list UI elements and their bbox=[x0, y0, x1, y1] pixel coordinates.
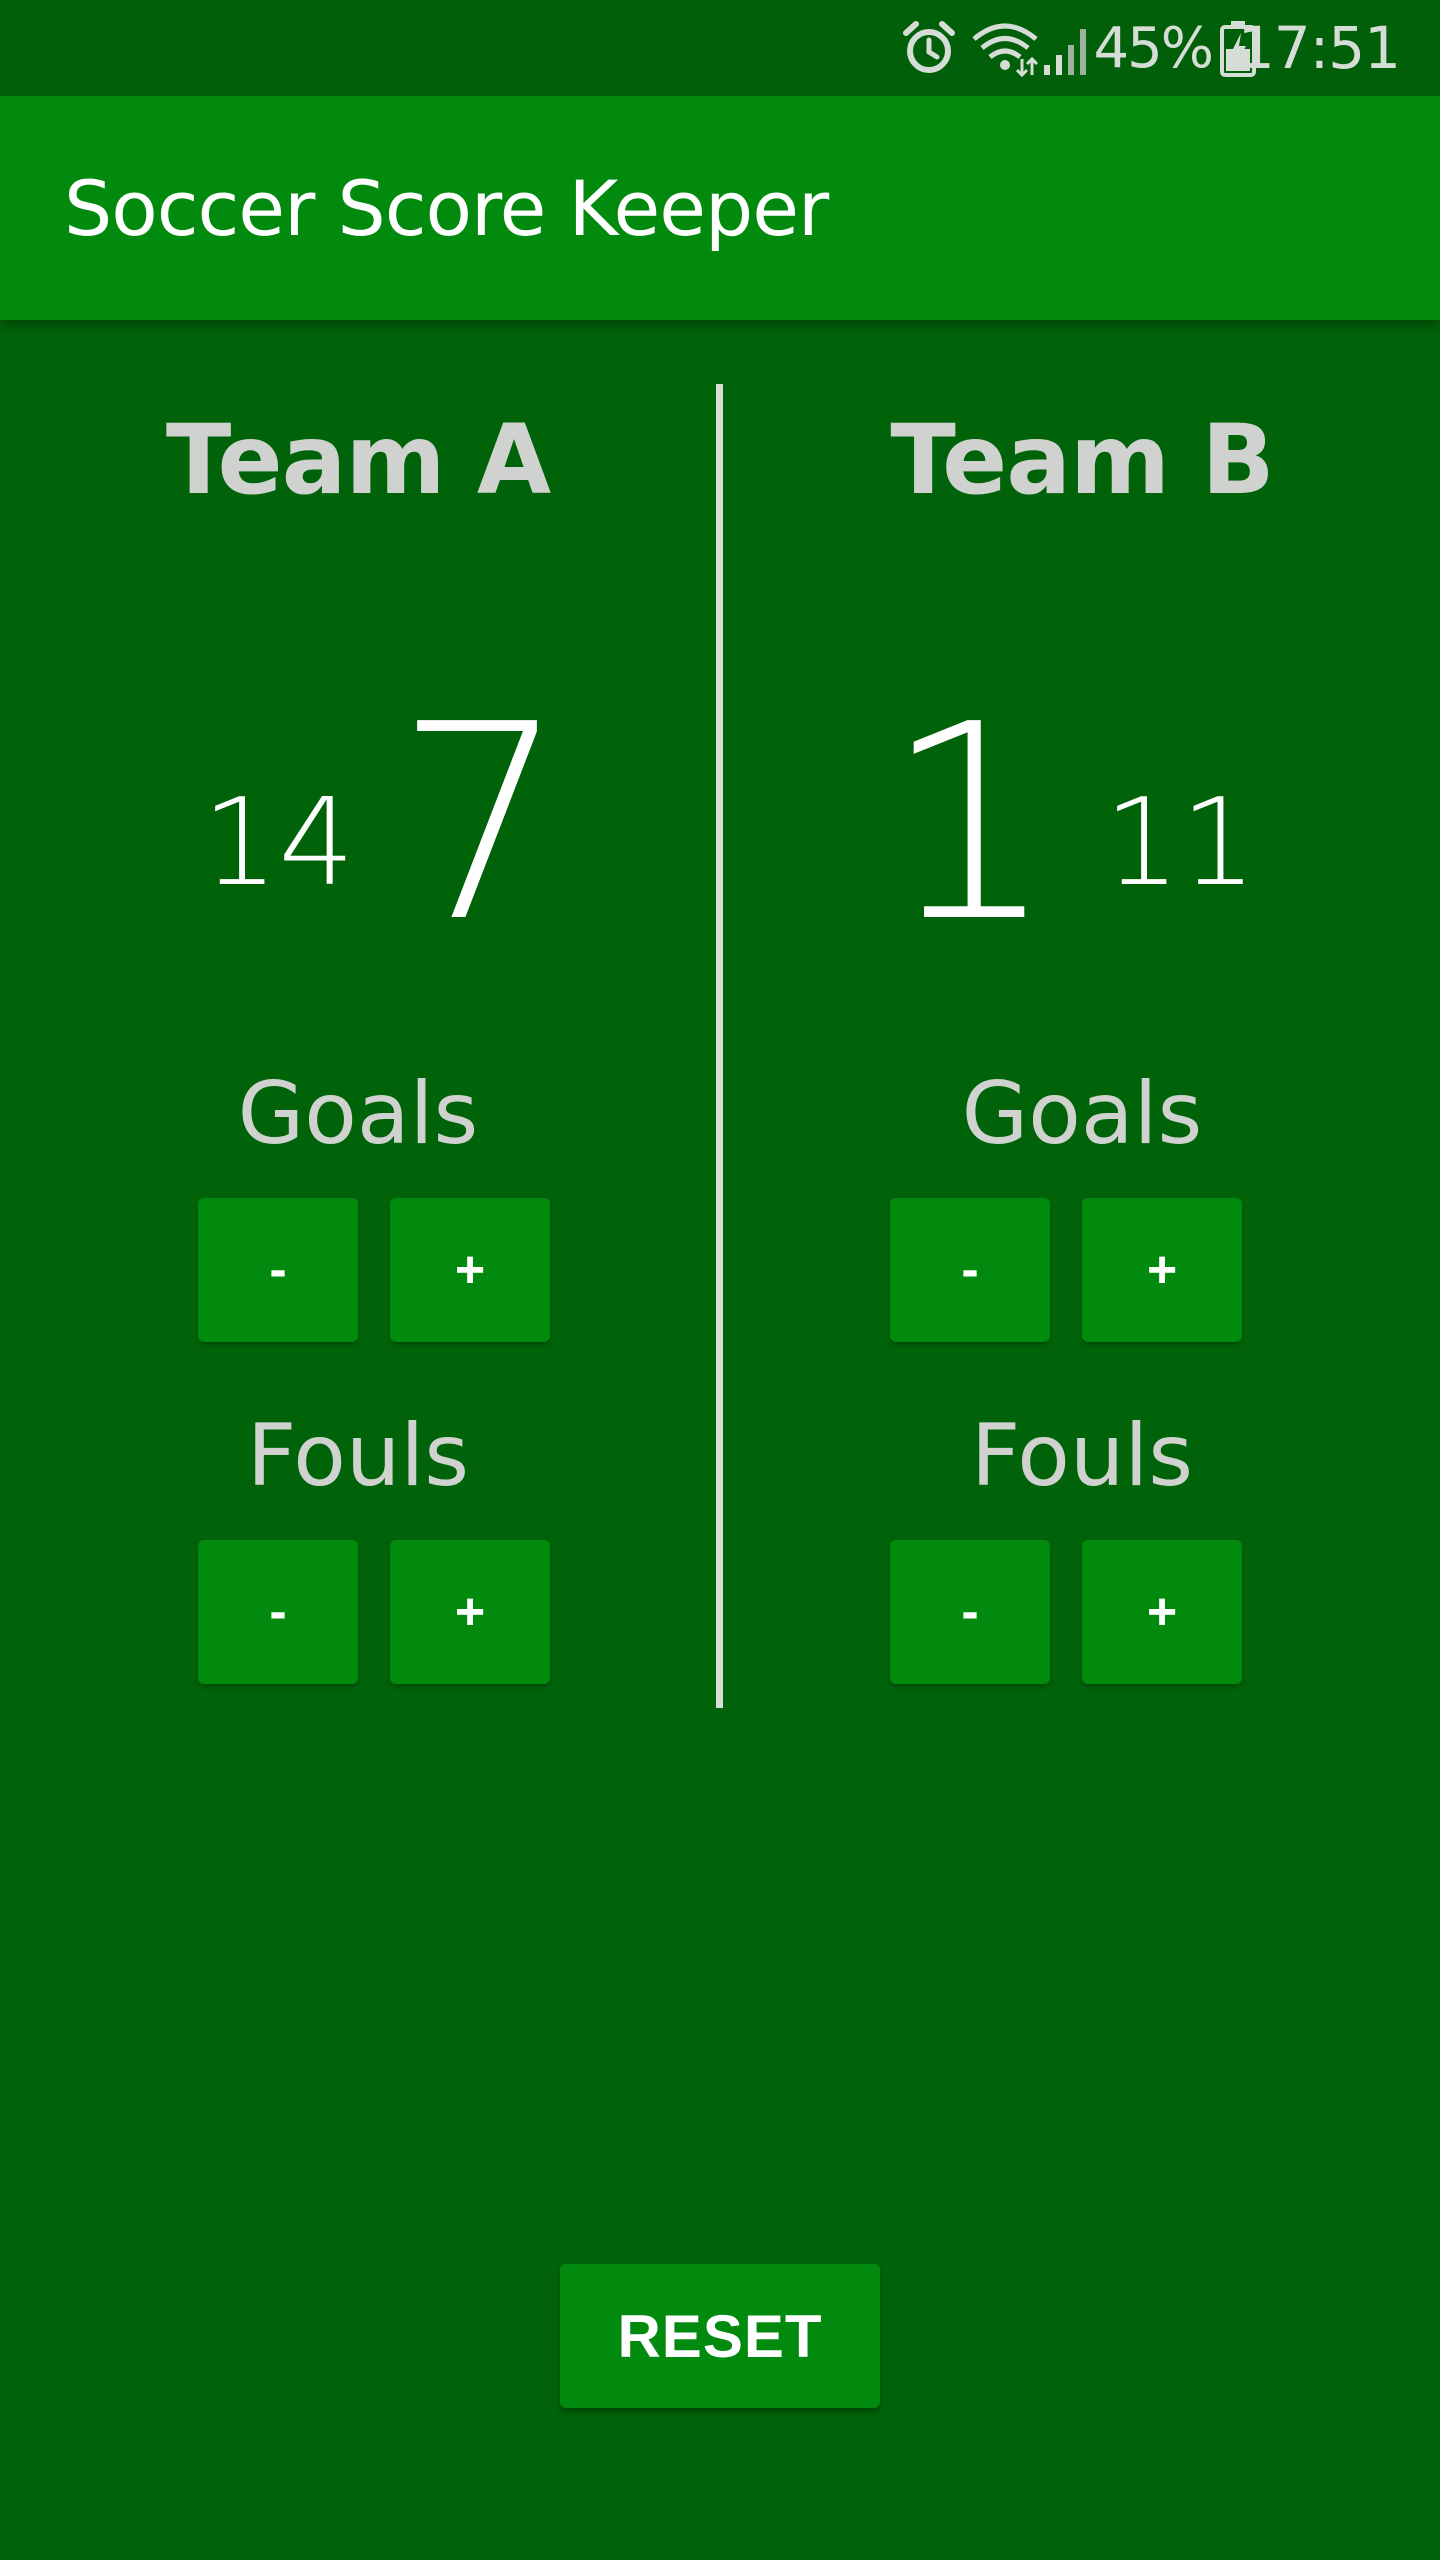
status-time: 17:51 bbox=[1237, 14, 1401, 82]
team-b-name: Team B bbox=[890, 404, 1274, 516]
team-divider bbox=[716, 384, 723, 1708]
team-b-fouls-plus-button[interactable]: + bbox=[1082, 1540, 1242, 1684]
team-b-goals-count: 1 bbox=[884, 666, 1056, 981]
app-title: Soccer Score Keeper bbox=[64, 163, 829, 253]
team-b-fouls-label: Fouls bbox=[970, 1406, 1194, 1506]
team-b-fouls-minus-button[interactable]: - bbox=[890, 1540, 1050, 1684]
team-a-fouls-count: 14 bbox=[202, 774, 355, 913]
reset-button[interactable]: RESET bbox=[560, 2264, 880, 2408]
team-a-fouls-label: Fouls bbox=[246, 1406, 470, 1506]
app-bar: Soccer Score Keeper bbox=[0, 96, 1440, 320]
team-b-panel: Team B 1 11 Goals - + Fouls - + bbox=[724, 384, 1440, 1708]
team-a-fouls-plus-button[interactable]: + bbox=[390, 1540, 550, 1684]
team-a-panel: Team A 14 7 Goals - + Fouls - + bbox=[0, 384, 716, 1708]
team-a-name: Team A bbox=[165, 404, 551, 516]
team-a-goals-label: Goals bbox=[237, 1064, 479, 1164]
team-a-goals-plus-button[interactable]: + bbox=[390, 1198, 550, 1342]
team-b-goals-minus-button[interactable]: - bbox=[890, 1198, 1050, 1342]
battery-percent: 45% bbox=[1093, 15, 1214, 81]
wifi-icon bbox=[970, 0, 1040, 96]
status-bar: 45% 17:51 bbox=[0, 0, 1440, 96]
team-a-goals-count: 7 bbox=[395, 666, 567, 981]
team-b-goals-label: Goals bbox=[961, 1064, 1203, 1164]
team-b-goals-plus-button[interactable]: + bbox=[1082, 1198, 1242, 1342]
signal-icon bbox=[1042, 0, 1094, 96]
team-a-fouls-minus-button[interactable]: - bbox=[198, 1540, 358, 1684]
alarm-icon bbox=[900, 0, 958, 96]
team-b-fouls-count: 11 bbox=[1104, 774, 1257, 913]
team-a-goals-minus-button[interactable]: - bbox=[198, 1198, 358, 1342]
